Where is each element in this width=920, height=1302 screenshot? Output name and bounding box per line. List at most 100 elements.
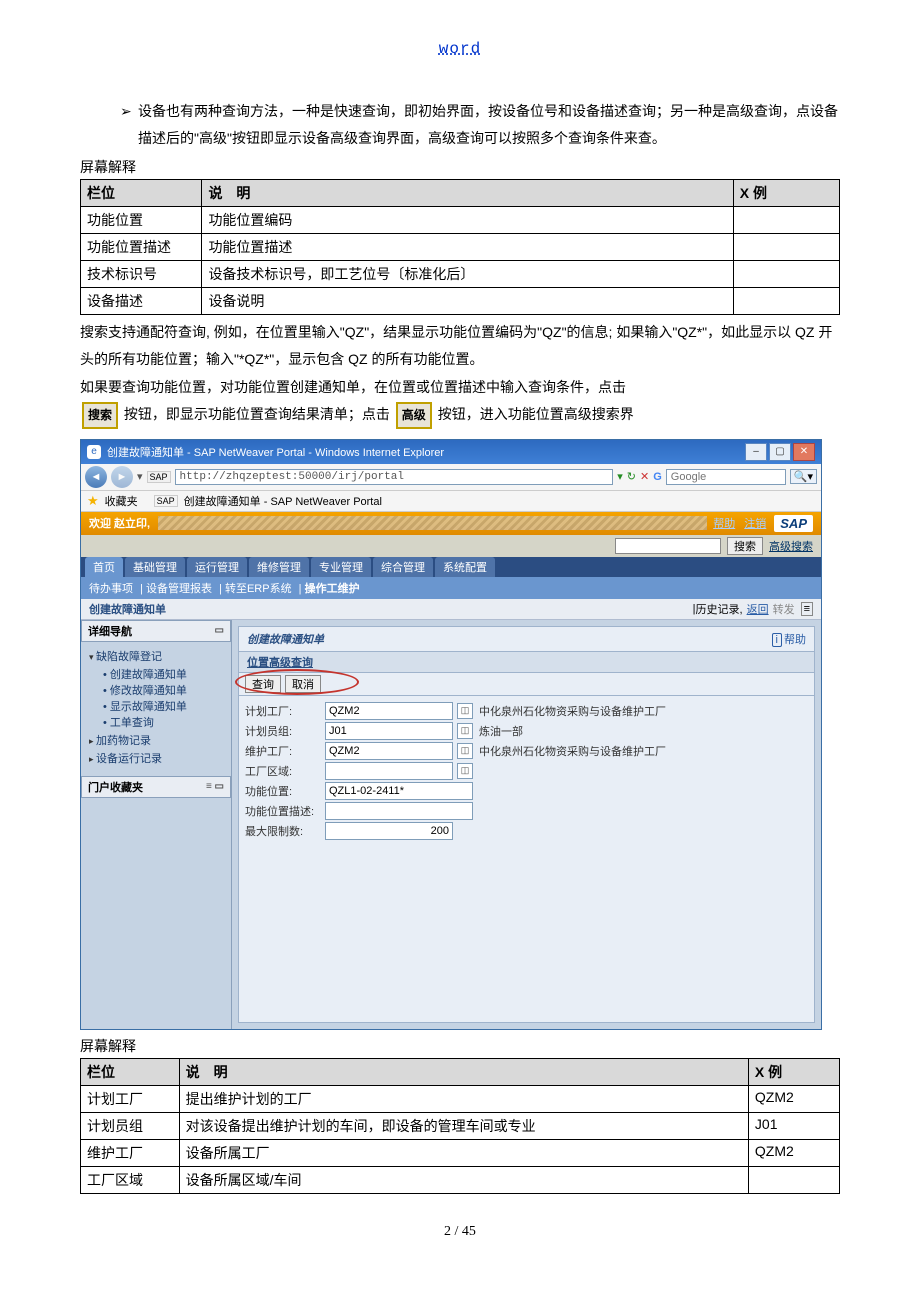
close-icon[interactable]: ✕ (793, 443, 815, 461)
tree-item[interactable]: 工单查询 (103, 714, 227, 730)
paragraph-2: 如果要查询功能位置，对功能位置创建通知单，在位置或位置描述中输入查询条件，点击 … (80, 374, 840, 428)
match-icon[interactable]: ◫ (457, 703, 473, 719)
cancel-button[interactable]: 取消 (285, 675, 321, 693)
tab-system[interactable]: 系统配置 (435, 557, 495, 577)
table-1: 栏位 说 明 X 例 功能位置功能位置编码 功能位置描述功能位置描述 技术标识号… (80, 179, 840, 315)
url-input[interactable]: http://zhqzeptest:50000/irj/portal (175, 469, 614, 485)
table-row: 计划员组对该设备提出维护计划的车间，即设备的管理车间或专业J01 (81, 1112, 840, 1139)
tab-repair[interactable]: 维修管理 (249, 557, 309, 577)
portal-top-bar: 欢迎 赵立印, 帮助 注销 SAP (81, 512, 821, 535)
search-button-img: 搜索 (82, 402, 118, 429)
search-go-icon[interactable]: 🔍▾ (790, 469, 817, 484)
right-pane: 创建故障通知单 i帮助 位置高级查询 查询 取消 计划工厂:◫中化泉州石化物资采… (232, 620, 821, 1029)
t1-h3: X 例 (733, 180, 839, 207)
match-icon[interactable]: ◫ (457, 763, 473, 779)
minimize-icon[interactable]: – (745, 443, 767, 461)
stop-icon[interactable]: ✕ (640, 470, 649, 483)
history-label: 历史记录, (696, 601, 743, 617)
help-link[interactable]: 帮助 (784, 634, 806, 646)
subnav-item[interactable]: 转至ERP系统 (225, 583, 292, 595)
leftnav-section-detail[interactable]: 详细导航▭ (81, 620, 231, 642)
history-forward: 转发 (773, 601, 795, 617)
portal-search-button[interactable]: 搜索 (727, 537, 763, 555)
planner-group-input[interactable] (325, 722, 453, 740)
table-row: 功能位置描述功能位置描述 (81, 234, 840, 261)
maximize-icon[interactable]: ▢ (769, 443, 791, 461)
plant-area-input[interactable] (325, 762, 453, 780)
browser-search-input[interactable] (666, 469, 786, 485)
tab-home[interactable]: 首页 (85, 557, 123, 577)
tab-general[interactable]: 综合管理 (373, 557, 433, 577)
dropdown-icon[interactable]: ▾ (137, 470, 143, 483)
table-row: 计划工厂提出维护计划的工厂QZM2 (81, 1085, 840, 1112)
subsection-title: 位置高级查询 (238, 652, 815, 672)
subnav-item-active[interactable]: 操作工维护 (305, 583, 360, 595)
advanced-button-img: 高级 (396, 402, 432, 429)
collapse-icon[interactable]: ▭ (215, 625, 224, 636)
sap-badge-icon: SAP (147, 471, 171, 483)
subnav-item[interactable]: 设备管理报表 (146, 583, 212, 595)
help-link[interactable]: 帮助 (713, 518, 735, 530)
top-nav-tabs: 首页 基础管理 运行管理 维修管理 专业管理 综合管理 系统配置 (81, 557, 821, 577)
logout-link[interactable]: 注销 (744, 518, 766, 530)
query-button[interactable]: 查询 (245, 675, 281, 693)
left-nav: 详细导航▭ 缺陷故障登记 创建故障通知单 修改故障通知单 显示故障通知单 工单查… (81, 620, 232, 1029)
sap-tab-icon: SAP (154, 495, 178, 507)
func-location-input[interactable] (325, 782, 473, 800)
field-desc: 中化泉州石化物资采购与设备维护工厂 (479, 743, 666, 759)
subnav-item[interactable]: 待办事项 (89, 583, 133, 595)
match-icon[interactable]: ◫ (457, 743, 473, 759)
match-icon[interactable]: ◫ (457, 723, 473, 739)
dropdown-icon[interactable]: ▾ (617, 470, 623, 483)
header-word-text: word (439, 40, 481, 58)
tree-item[interactable]: 显示故障通知单 (103, 698, 227, 714)
star-icon[interactable]: ★ (87, 493, 99, 509)
tree-group-defect[interactable]: 缺陷故障登记 (89, 648, 227, 664)
t2-h1: 栏位 (81, 1058, 180, 1085)
sub-nav: 待办事项 | 设备管理报表 | 转至ERP系统 | 操作工维护 (81, 577, 821, 599)
tree-item[interactable]: 创建故障通知单 (103, 666, 227, 682)
back-icon[interactable]: ◄ (85, 466, 107, 488)
t1-h2: 说 明 (202, 180, 733, 207)
favorites-tab[interactable]: 创建故障通知单 - SAP NetWeaver Portal (184, 493, 382, 509)
portal-search-input[interactable] (615, 538, 721, 554)
refresh-icon[interactable]: ↻ (627, 470, 636, 483)
tree-group-drug[interactable]: 加药物记录 (89, 732, 227, 748)
forward-icon[interactable]: ► (111, 466, 133, 488)
t2-h2: 说 明 (179, 1058, 748, 1085)
welcome-text: 欢迎 赵立印, (89, 515, 150, 531)
maint-plant-input[interactable] (325, 742, 453, 760)
intro-text: 设备也有两种查询方法，一种是快速查询，即初始界面，按设备位号和设备描述查询；另一… (138, 98, 840, 151)
field-label: 最大限制数: (245, 823, 325, 839)
options-icon[interactable]: ≡ (801, 602, 813, 616)
page-footer: 2 / 45 (80, 1224, 840, 1240)
header-word: word (80, 40, 840, 58)
portal-search-bar: 搜索 高级搜索 (81, 535, 821, 557)
breadcrumb-row: 创建故障通知单 | 历史记录, 返回 转发 ≡ (81, 599, 821, 620)
t1-h1: 栏位 (81, 180, 202, 207)
max-limit-input[interactable] (325, 822, 453, 840)
titlebar: e 创建故障通知单 - SAP NetWeaver Portal - Windo… (81, 440, 821, 464)
intro-block: ➢ 设备也有两种查询方法，一种是快速查询，即初始界面，按设备位号和设备描述查询；… (120, 98, 840, 151)
favorites-bar: ★ 收藏夹 SAP 创建故障通知单 - SAP NetWeaver Portal (81, 491, 821, 512)
field-label: 维护工厂: (245, 743, 325, 759)
tree-item[interactable]: 修改故障通知单 (103, 682, 227, 698)
history-back[interactable]: 返回 (747, 601, 769, 617)
tree-group-device[interactable]: 设备运行记录 (89, 750, 227, 766)
search-engine-icon: G (653, 471, 662, 483)
info-icon[interactable]: i (772, 633, 782, 647)
table-row: 技术标识号设备技术标识号，即工艺位号〔标准化后〕 (81, 261, 840, 288)
field-label: 功能位置: (245, 783, 325, 799)
tab-operation[interactable]: 运行管理 (187, 557, 247, 577)
plan-plant-input[interactable] (325, 702, 453, 720)
favorites-label: 收藏夹 (105, 493, 138, 509)
tab-basic[interactable]: 基础管理 (125, 557, 185, 577)
tab-specialty[interactable]: 专业管理 (311, 557, 371, 577)
panel-icons[interactable]: ≡ ▭ (206, 781, 224, 792)
func-location-desc-input[interactable] (325, 802, 473, 820)
field-label: 功能位置描述: (245, 803, 325, 819)
field-desc: 中化泉州石化物资采购与设备维护工厂 (479, 703, 666, 719)
leftnav-section-fav[interactable]: 门户收藏夹≡ ▭ (81, 776, 231, 798)
screen-explain-label-1: 屏幕解释 (80, 157, 840, 177)
portal-advanced-search-link[interactable]: 高级搜索 (769, 538, 813, 554)
